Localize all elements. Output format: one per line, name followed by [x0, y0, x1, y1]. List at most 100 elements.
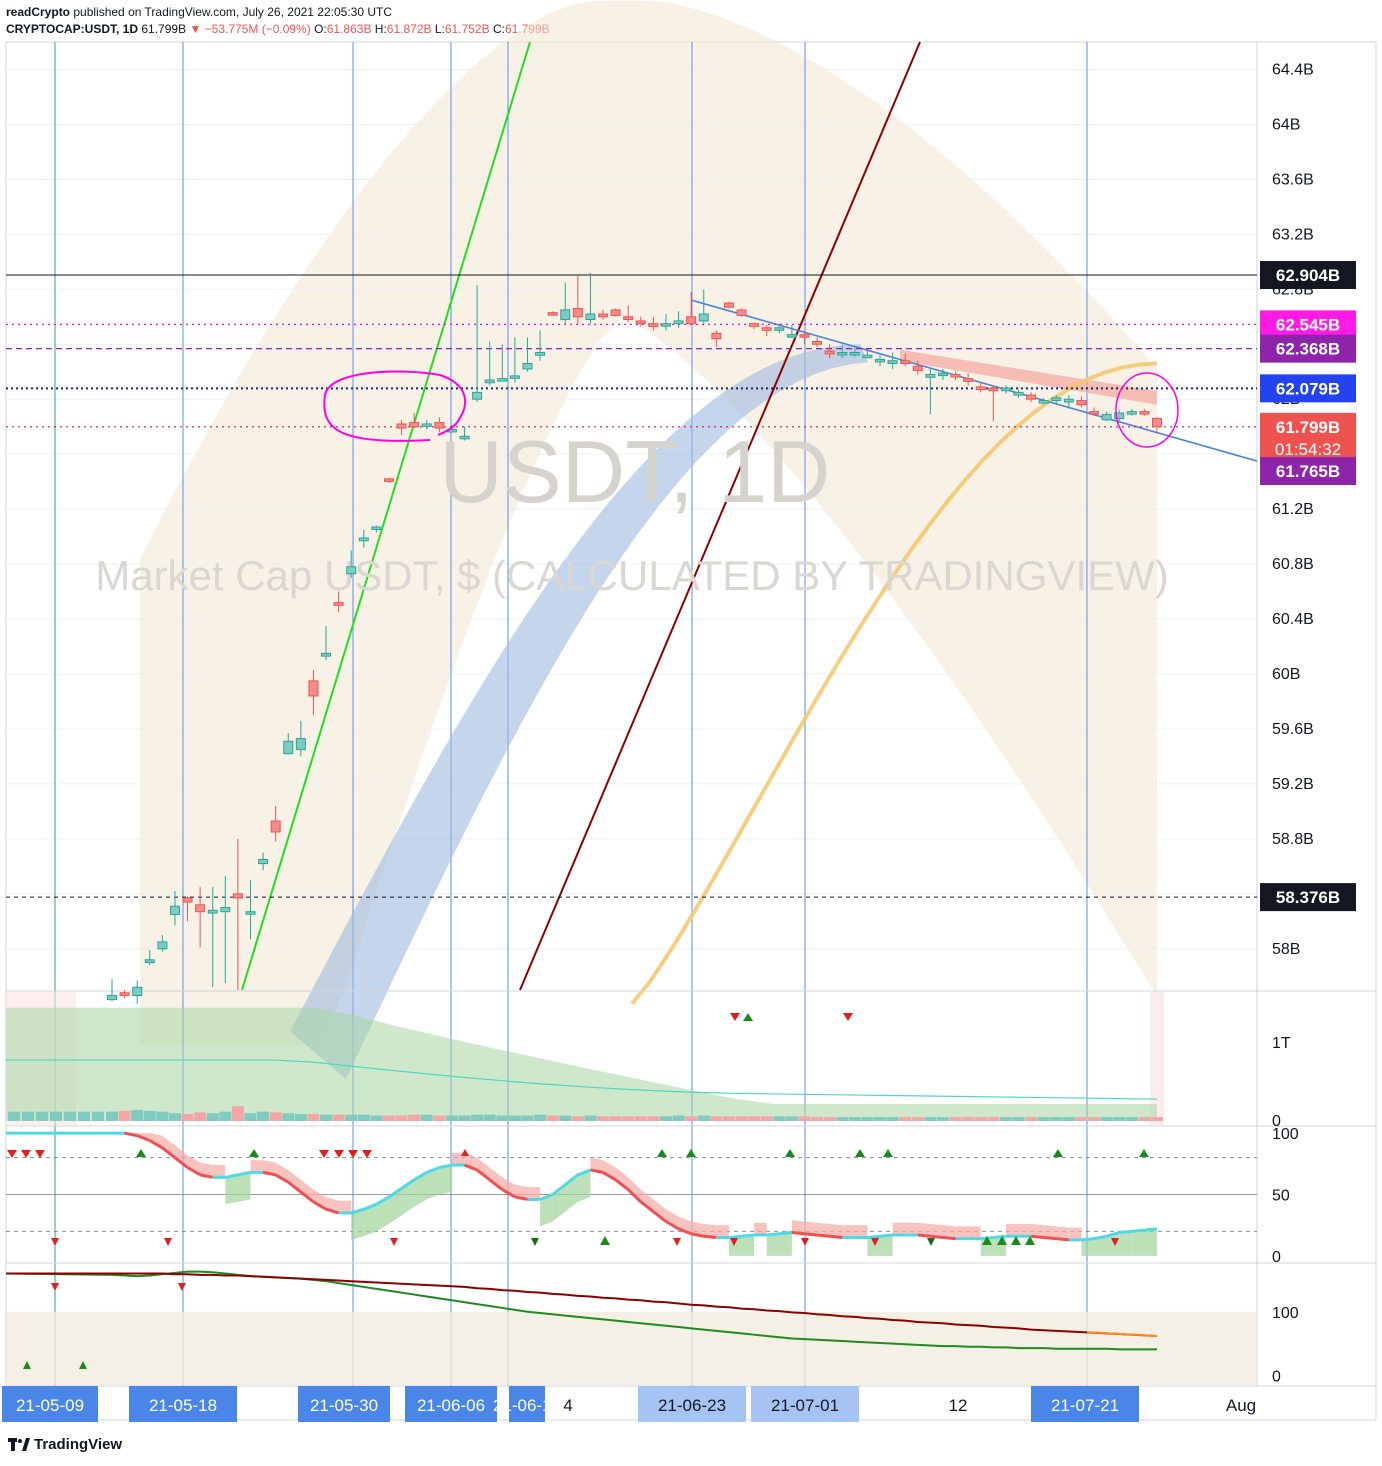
signal-arrow [686, 1149, 696, 1157]
candle-body [560, 309, 571, 321]
volume-bar [282, 1113, 295, 1121]
signal-arrow [35, 1150, 45, 1158]
chart-canvas[interactable]: USDT, 1D Market Cap USDT, $ (CALCULATED … [0, 0, 1382, 1466]
candle-body [522, 362, 533, 370]
volume-bar [622, 1116, 635, 1121]
volume-bar [1100, 1117, 1113, 1121]
candle-body [963, 378, 974, 382]
volume-bar [811, 1117, 824, 1121]
price-label: 62.904B [1276, 266, 1340, 285]
osc-axis-label: 0 [1272, 1249, 1281, 1266]
candle-body [686, 316, 697, 325]
osc-line-segment [879, 1233, 893, 1238]
signal-arrow [785, 1149, 795, 1157]
volume-bar [496, 1115, 509, 1121]
osc-swing-fill [1131, 1230, 1145, 1256]
osc-swing-fill [1144, 1228, 1157, 1256]
candle-body [698, 313, 709, 322]
watermark-description: Market Cap USDT, $ (CALCULATED BY TRADIN… [95, 552, 1169, 599]
price-envelope-band [140, 0, 1157, 1045]
candle-body [610, 309, 621, 316]
candle-body [572, 308, 583, 318]
osc-line-segment [930, 1234, 944, 1239]
volume-bar [597, 1116, 610, 1121]
volume-bar [1151, 1117, 1163, 1121]
signal-arrow [657, 1149, 667, 1157]
osc-swing-fill [968, 1226, 981, 1239]
volume-bar [899, 1117, 912, 1121]
candle-body [1126, 411, 1137, 415]
volume-bar [168, 1113, 181, 1121]
volume-bar [257, 1111, 270, 1121]
candle-body [371, 526, 382, 530]
candle-body [497, 378, 508, 382]
osc-swing-fill [766, 1233, 780, 1256]
candle-body [459, 435, 470, 440]
signal-arrow [600, 1236, 610, 1245]
tradingview-brand: TradingView [34, 1436, 123, 1453]
signal-arrow [319, 1150, 329, 1158]
bar-countdown: 01:54:32 [1275, 440, 1341, 459]
volume-bar [206, 1113, 219, 1121]
watermark-symbol: USDT, 1D [439, 422, 830, 521]
x-tick-label: 21-06-23 [658, 1396, 726, 1415]
signal-arrow [883, 1149, 893, 1157]
signal-arrow [249, 1149, 259, 1157]
candle-body [472, 391, 483, 400]
volume-bar [395, 1115, 408, 1121]
osc-swing-fill [854, 1225, 868, 1238]
volume-bar [710, 1116, 723, 1121]
price-label: 58.376B [1276, 888, 1340, 907]
candle-body [1152, 417, 1162, 428]
signal-arrow [1053, 1149, 1063, 1157]
volume-bar [483, 1114, 496, 1121]
signal-arrow [843, 1013, 853, 1021]
volume-bar [697, 1115, 710, 1121]
volume-bar [823, 1117, 836, 1121]
candle-body [761, 327, 772, 331]
candle-body [119, 992, 130, 996]
volume-bar [987, 1117, 1000, 1121]
candle-body [912, 365, 923, 371]
candle-body [875, 358, 886, 363]
volume-bar [1088, 1117, 1101, 1121]
volume-bar [659, 1116, 672, 1121]
signal-arrow [855, 1149, 865, 1157]
volume-bar [748, 1116, 761, 1121]
volume-bar [420, 1114, 433, 1121]
x-tick-label: Aug [1226, 1396, 1256, 1415]
osc-swing-fill [779, 1232, 792, 1256]
y-tick-label: 60.8B [1272, 556, 1314, 573]
osc-line-segment [942, 1235, 956, 1241]
volume-bar [521, 1115, 534, 1121]
osc-swing-fill [1018, 1223, 1032, 1237]
osc-swing-fill [892, 1222, 906, 1235]
trend-axis-label: 100 [1272, 1305, 1299, 1322]
y-tick-label: 63.2B [1272, 226, 1314, 243]
signal-arrow [1139, 1149, 1149, 1157]
x-tick-label: 12 [949, 1396, 968, 1415]
volume-bar [773, 1116, 786, 1121]
x-tick-label: 21-05-30 [310, 1396, 378, 1415]
candle-body [937, 372, 948, 377]
osc-line-segment [993, 1234, 1007, 1239]
volume-bar [1138, 1117, 1151, 1121]
signal-arrow [136, 1149, 146, 1157]
candle-body [509, 375, 520, 379]
x-tick-label: 21-06-10 [493, 1396, 561, 1415]
tradingview-logo[interactable]: TradingView [8, 1436, 122, 1453]
candle-body [434, 422, 445, 429]
signal-arrow [334, 1150, 344, 1158]
candle-body [308, 680, 319, 697]
volume-bar [106, 1111, 118, 1121]
price-label: 62.079B [1276, 379, 1340, 398]
price-label: 61.799B [1276, 418, 1340, 437]
volume-bar [1075, 1117, 1088, 1121]
candle-body [799, 334, 810, 338]
candle-body [585, 313, 596, 321]
volume-bar [861, 1117, 874, 1121]
volume-bar [131, 1110, 144, 1121]
osc-line-segment [791, 1231, 805, 1236]
candle-body [849, 352, 860, 356]
volume-bar [508, 1115, 521, 1121]
